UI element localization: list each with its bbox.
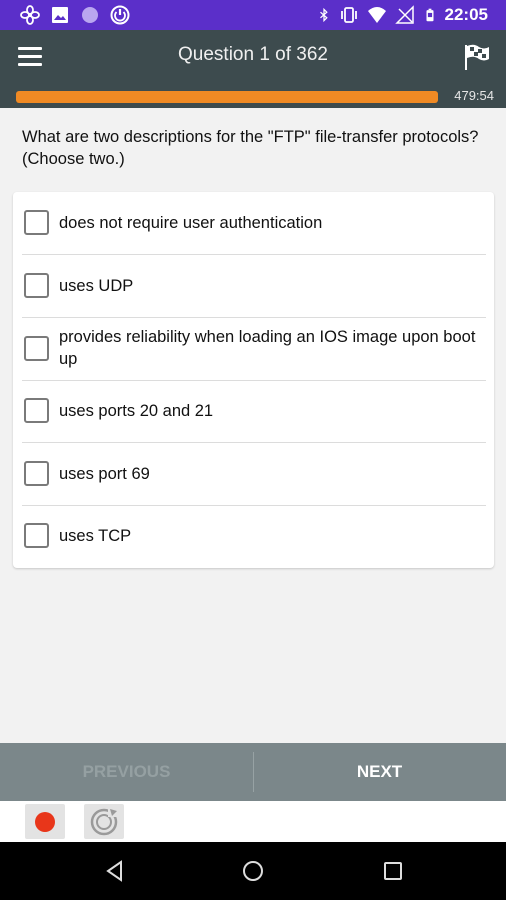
status-bar: 22:05 xyxy=(0,0,506,30)
tool-strip xyxy=(0,801,506,842)
checkbox[interactable] xyxy=(24,336,49,361)
answer-option[interactable]: does not require user authentication xyxy=(13,204,494,242)
record-icon xyxy=(35,812,55,832)
vibrate-icon xyxy=(340,7,357,23)
next-button[interactable]: NEXT xyxy=(253,743,506,801)
answer-option-label: uses TCP xyxy=(59,527,132,545)
system-nav-bar xyxy=(0,842,506,900)
checkbox[interactable] xyxy=(24,210,49,235)
replay-button[interactable] xyxy=(84,804,124,839)
home-icon[interactable] xyxy=(240,858,266,884)
previous-button[interactable]: PREVIOUS xyxy=(0,743,253,801)
divider xyxy=(22,254,486,255)
power-icon xyxy=(110,5,130,25)
recents-icon[interactable] xyxy=(380,858,406,884)
countdown-timer: 479:54 xyxy=(454,88,494,103)
quiz-progress: 479:54 xyxy=(0,84,506,108)
hamburger-menu-icon[interactable] xyxy=(18,47,42,67)
status-bar-left-icons xyxy=(20,4,130,26)
record-button[interactable] xyxy=(25,804,65,839)
answer-option-label: provides reliability when loading an IOS… xyxy=(59,328,476,368)
question-nav-bar: PREVIOUS NEXT xyxy=(0,743,506,801)
divider xyxy=(22,505,486,506)
fan-icon xyxy=(20,5,40,25)
replay-icon xyxy=(90,808,118,836)
answer-option-label: uses port 69 xyxy=(59,465,150,483)
no-signal-icon xyxy=(394,5,414,24)
answer-option[interactable]: uses ports 20 and 21 xyxy=(13,392,494,430)
answer-option[interactable]: uses port 69 xyxy=(13,455,494,493)
options-card: does not require user authentication use… xyxy=(13,192,494,568)
checkbox[interactable] xyxy=(24,273,49,298)
checkered-flag-icon[interactable] xyxy=(462,42,492,72)
answer-option[interactable]: provides reliability when loading an IOS… xyxy=(13,326,494,374)
bluetooth-icon xyxy=(319,7,328,23)
page-title: Question 1 of 362 xyxy=(178,44,328,65)
divider xyxy=(22,380,486,381)
checkbox[interactable] xyxy=(24,461,49,486)
battery-icon xyxy=(426,8,434,22)
app-bar: Question 1 of 362 xyxy=(0,30,506,84)
answer-option[interactable]: uses UDP xyxy=(13,267,494,305)
divider xyxy=(22,442,486,443)
checkbox[interactable] xyxy=(24,523,49,548)
progress-fill xyxy=(16,91,438,103)
image-icon xyxy=(52,7,68,23)
wifi-icon xyxy=(367,7,386,23)
divider xyxy=(22,317,486,318)
question-text: What are two descriptions for the "FTP" … xyxy=(22,128,479,168)
answer-option-label: uses ports 20 and 21 xyxy=(59,402,214,420)
answer-option[interactable]: uses TCP xyxy=(13,517,494,555)
answer-option-label: does not require user authentication xyxy=(59,214,323,232)
progress-track xyxy=(16,91,438,103)
back-icon[interactable] xyxy=(102,858,128,884)
answer-option-label: uses UDP xyxy=(59,277,134,295)
circle-icon xyxy=(82,7,98,23)
status-bar-right-icons: 22:05 xyxy=(317,4,488,26)
status-bar-time: 22:05 xyxy=(444,5,488,24)
checkbox[interactable] xyxy=(24,398,49,423)
